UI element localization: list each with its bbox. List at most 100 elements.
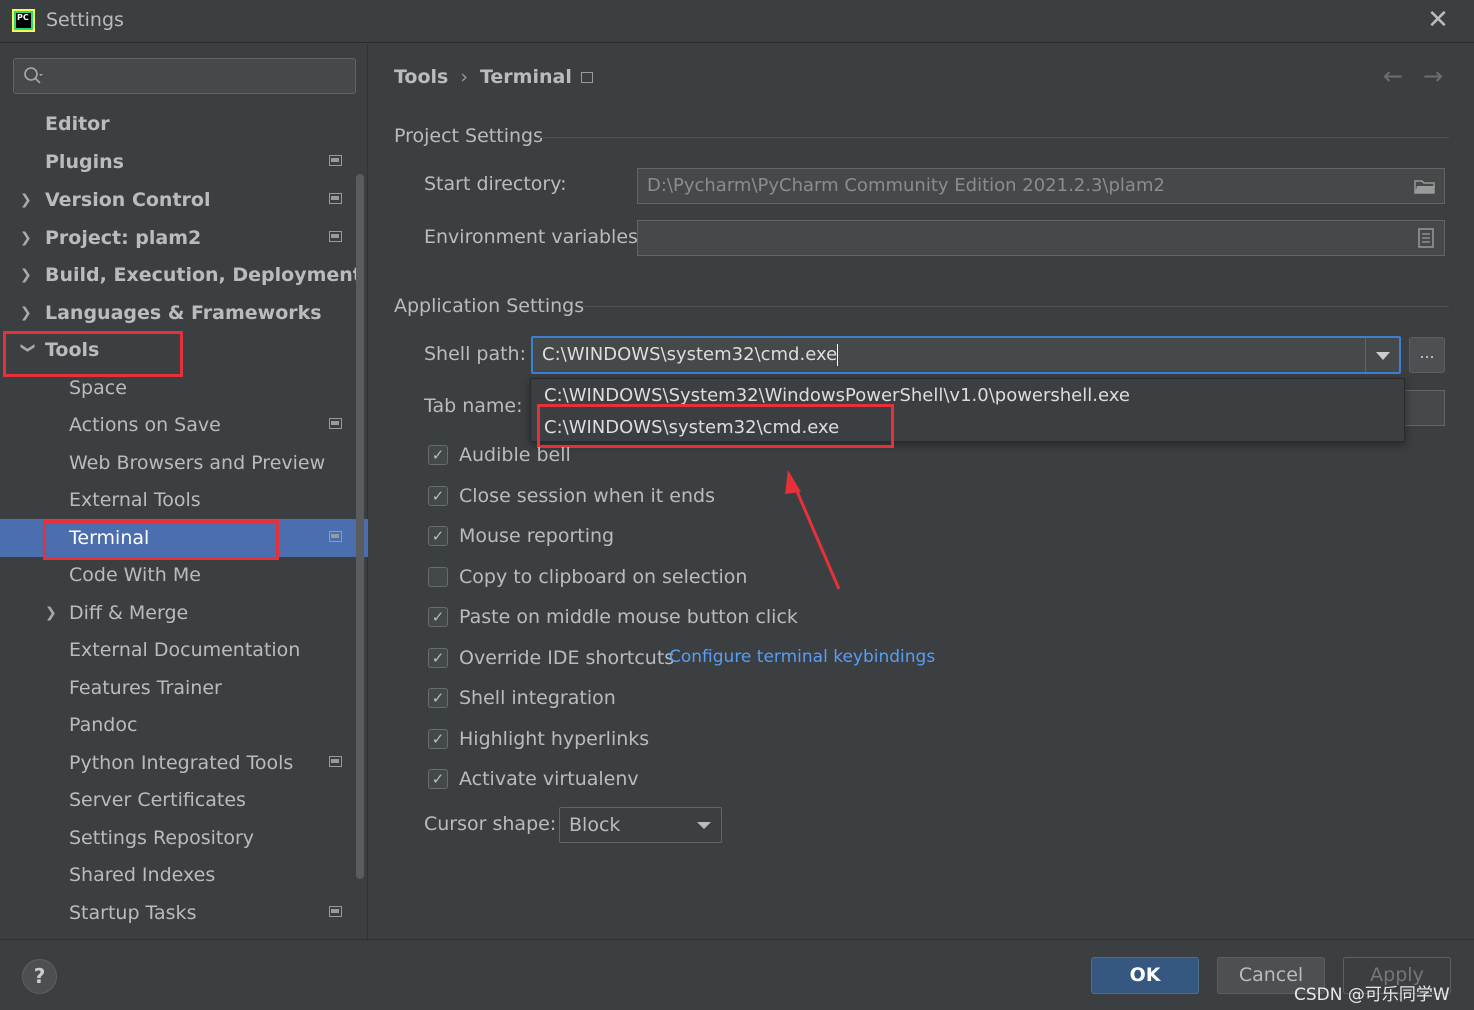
checkbox-checked-icon[interactable]: ✓ <box>428 445 448 465</box>
document-icon[interactable] <box>1418 228 1434 248</box>
close-icon[interactable]: ✕ <box>1424 6 1452 34</box>
sidebar-item-label: Tools <box>45 339 100 361</box>
chevron-right-icon[interactable]: ❯ <box>20 181 36 219</box>
cursor-shape-select[interactable]: Block <box>559 807 722 843</box>
back-arrow-icon[interactable]: ← <box>1383 62 1403 90</box>
checkbox-label: Activate virtualenv <box>459 768 639 790</box>
browse-button[interactable]: ... <box>1409 337 1445 373</box>
app-icon-text: PC <box>16 13 31 28</box>
start-directory-label: Start directory: <box>424 173 567 195</box>
project-scope-icon <box>329 756 342 767</box>
sidebar-item-diff-merge[interactable]: ❯ Diff & Merge <box>0 594 368 632</box>
title-bar: PC Settings ✕ <box>0 0 1474 43</box>
folder-icon[interactable] <box>1414 178 1436 195</box>
checkbox-checked-icon[interactable]: ✓ <box>428 688 448 708</box>
sidebar-item-settings-repository[interactable]: Settings Repository <box>0 819 368 857</box>
sidebar-item-label: Shared Indexes <box>69 864 216 886</box>
sidebar-item-label: Languages & Frameworks <box>45 302 322 324</box>
project-scope-icon <box>329 531 342 542</box>
window-title: Settings <box>46 9 124 31</box>
shell-path-dropdown: C:\WINDOWS\System32\WindowsPowerShell\v1… <box>530 378 1405 442</box>
sidebar-item-label: External Tools <box>69 489 201 511</box>
checkbox-checked-icon[interactable]: ✓ <box>428 729 448 749</box>
breadcrumb-current: Terminal <box>479 66 572 88</box>
sidebar-item-label: Editor <box>45 113 110 135</box>
checkbox-label: Override IDE shortcuts <box>459 647 675 669</box>
sidebar-item-label: Diff & Merge <box>69 602 189 624</box>
sidebar-item-plugins[interactable]: Plugins <box>0 143 368 181</box>
sidebar-item-shared-indexes[interactable]: Shared Indexes <box>0 856 368 894</box>
env-vars-field[interactable] <box>637 220 1445 256</box>
sidebar-item-editor[interactable]: Editor <box>0 105 368 143</box>
sidebar-item-label: Space <box>69 377 127 399</box>
forward-arrow-icon[interactable]: → <box>1423 62 1443 90</box>
tab-name-field[interactable] <box>1403 390 1445 426</box>
help-button[interactable]: ? <box>22 959 57 994</box>
checkbox-label: Highlight hyperlinks <box>459 728 650 750</box>
search-input[interactable] <box>13 58 356 94</box>
sidebar-item-version-control[interactable]: ❯ Version Control <box>0 181 368 219</box>
checkbox-unchecked-icon[interactable] <box>428 567 448 587</box>
cursor-shape-value: Block <box>569 814 621 836</box>
sidebar-item-features-trainer[interactable]: Features Trainer <box>0 669 368 707</box>
project-scope-icon <box>329 418 342 429</box>
chevron-down-icon[interactable] <box>1365 338 1399 372</box>
checkbox-checked-icon[interactable]: ✓ <box>428 769 448 789</box>
project-scope-icon <box>329 906 342 917</box>
sidebar-scrollbar[interactable] <box>356 174 364 879</box>
sidebar-item-external-tools[interactable]: External Tools <box>0 481 368 519</box>
red-arrow-annotation <box>785 470 841 590</box>
sidebar-item-terminal[interactable]: Terminal <box>0 519 368 557</box>
terminal-settings-panel: Tools › Terminal ← → Project Settings Star… <box>369 44 1474 939</box>
project-scope-icon <box>581 72 593 83</box>
checkbox-checked-icon[interactable]: ✓ <box>428 607 448 627</box>
sidebar-item-actions-on-save[interactable]: Actions on Save <box>0 406 368 444</box>
ok-button[interactable]: OK <box>1091 957 1199 994</box>
sidebar-item-tools[interactable]: ❯ Tools <box>0 331 368 369</box>
sidebar-item-pandoc[interactable]: Pandoc <box>0 706 368 744</box>
shell-option-cmd[interactable]: C:\WINDOWS\system32\cmd.exe <box>544 412 839 444</box>
search-icon <box>24 67 43 84</box>
sidebar-item-external-documentation[interactable]: External Documentation <box>0 631 368 669</box>
chevron-down-icon[interactable]: ❯ <box>9 342 47 358</box>
sidebar-item-project[interactable]: ❯ Project: plam2 <box>0 219 368 257</box>
checkbox-label: Audible bell <box>459 444 571 466</box>
env-vars-label: Environment variables: <box>424 226 645 248</box>
shell-path-combo[interactable]: C:\WINDOWS\system32\cmd.exe <box>531 336 1401 374</box>
sidebar-item-server-certificates[interactable]: Server Certificates <box>0 781 368 819</box>
sidebar-item-startup-tasks[interactable]: Startup Tasks <box>0 894 368 932</box>
sidebar-item-label: Server Certificates <box>69 789 246 811</box>
chevron-right-icon[interactable]: ❯ <box>20 256 36 294</box>
sidebar-item-space[interactable]: Space <box>0 369 368 407</box>
breadcrumb: Tools › Terminal <box>394 66 572 88</box>
watermark: CSDN @可乐同学W <box>1294 985 1450 1005</box>
sidebar-item-label: Build, Execution, Deployment <box>45 264 362 286</box>
shell-path-value: C:\WINDOWS\system32\cmd.exe <box>542 344 838 365</box>
chevron-right-icon[interactable]: ❯ <box>20 294 36 332</box>
sidebar-item-label: External Documentation <box>69 639 301 661</box>
chevron-right-icon[interactable]: ❯ <box>45 594 61 632</box>
sidebar-item-languages[interactable]: ❯ Languages & Frameworks <box>0 294 368 332</box>
sidebar-item-build[interactable]: ❯ Build, Execution, Deployment <box>0 256 368 294</box>
checkbox-label: Copy to clipboard on selection <box>459 566 748 588</box>
sidebar-item-label: Pandoc <box>69 714 138 736</box>
checkbox-checked-icon[interactable]: ✓ <box>428 486 448 506</box>
sidebar-item-python-integrated-tools[interactable]: Python Integrated Tools <box>0 744 368 782</box>
breadcrumb-parent[interactable]: Tools <box>394 66 448 88</box>
sidebar-item-label: Startup Tasks <box>69 902 197 924</box>
project-scope-icon <box>329 155 342 166</box>
checkbox-checked-icon[interactable]: ✓ <box>428 648 448 668</box>
project-settings-title: Project Settings <box>394 125 543 147</box>
shell-option-powershell[interactable]: C:\WINDOWS\System32\WindowsPowerShell\v1… <box>544 380 1130 412</box>
sidebar-item-label: Settings Repository <box>69 827 254 849</box>
checkbox-label: Shell integration <box>459 687 616 709</box>
configure-keybindings-link[interactable]: Configure terminal keybindings <box>669 647 935 667</box>
checkbox-checked-icon[interactable]: ✓ <box>428 526 448 546</box>
start-directory-field[interactable]: D:\Pycharm\PyCharm Community Edition 202… <box>637 168 1445 204</box>
sidebar-item-code-with-me[interactable]: Code With Me <box>0 556 368 594</box>
cursor-shape-label: Cursor shape: <box>424 813 557 835</box>
pycharm-logo-icon: PC <box>12 9 35 32</box>
chevron-right-icon[interactable]: ❯ <box>20 219 36 257</box>
sidebar-item-label: Actions on Save <box>69 414 221 436</box>
sidebar-item-web-browsers[interactable]: Web Browsers and Preview <box>0 444 368 482</box>
